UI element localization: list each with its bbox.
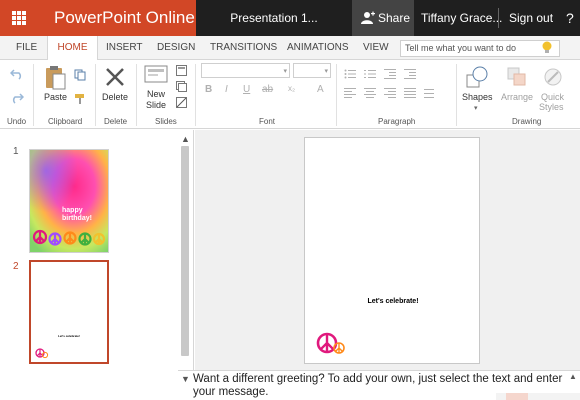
slide-number-1: 1: [13, 146, 19, 157]
numbering-icon[interactable]: [364, 69, 376, 79]
slide-number-2: 2: [13, 261, 19, 272]
delete-label[interactable]: Delete: [102, 92, 128, 102]
scroll-up-icon[interactable]: ▲: [181, 134, 190, 144]
lightbulb-icon: [542, 41, 552, 53]
document-title[interactable]: Presentation 1...: [196, 0, 352, 36]
share-label: Share: [378, 11, 411, 25]
undo-icon[interactable]: [10, 68, 24, 80]
group-divider: [195, 64, 196, 126]
thumbnail-2-text: Let's celebrate!: [58, 334, 80, 338]
group-label-slides: Slides: [155, 117, 177, 126]
help-icon[interactable]: ?: [566, 0, 574, 36]
app-launcher-icon[interactable]: [12, 11, 26, 25]
divider: [498, 8, 499, 28]
copy-icon[interactable]: [74, 69, 86, 81]
new-slide-label-2[interactable]: Slide: [146, 100, 166, 110]
tab-home[interactable]: HOME: [47, 36, 98, 61]
collapse-notes-icon[interactable]: ▼: [181, 374, 190, 384]
peace-sign-icon: [35, 348, 49, 359]
normal-view-button[interactable]: [506, 393, 528, 400]
align-right-icon[interactable]: [384, 88, 396, 98]
peace-sign-icon: [316, 332, 345, 354]
tell-me-input[interactable]: Tell me what you want to do: [400, 40, 560, 57]
layout-icon[interactable]: [176, 65, 187, 76]
new-slide-icon[interactable]: [144, 65, 168, 85]
tab-animations[interactable]: ANIMATIONS: [287, 36, 348, 60]
arrange-label[interactable]: Arrange: [501, 92, 533, 102]
new-slide-label-1[interactable]: New: [147, 89, 165, 99]
underline-icon[interactable]: U: [243, 84, 250, 95]
notes-scroll-up-icon[interactable]: ▲: [569, 372, 577, 381]
italic-icon[interactable]: I: [225, 84, 228, 95]
slide-thumbnail-1[interactable]: happy birthday!: [29, 149, 109, 253]
delete-icon[interactable]: [104, 66, 126, 88]
slide-thumbnail-2[interactable]: Let's celebrate!: [29, 260, 109, 364]
sign-out-link[interactable]: Sign out: [509, 0, 553, 36]
group-divider: [336, 64, 337, 126]
birthday-slide-art: [30, 150, 108, 252]
slide-thumbnail-pane: 1 happy birthday! 2 Let's celebrate!: [0, 130, 194, 370]
group-divider: [95, 64, 96, 126]
format-painter-icon[interactable]: [74, 93, 86, 105]
increase-indent-icon[interactable]: [404, 69, 416, 79]
hide-slide-icon[interactable]: [176, 97, 187, 108]
bold-icon[interactable]: B: [205, 84, 212, 95]
font-color-icon[interactable]: A: [317, 84, 324, 95]
group-label-clipboard: Clipboard: [48, 117, 83, 126]
group-label-undo: Undo: [7, 117, 27, 126]
tab-insert[interactable]: INSERT: [106, 36, 143, 60]
align-left-icon[interactable]: [344, 88, 356, 98]
bullets-icon[interactable]: [344, 69, 356, 79]
quick-styles-icon[interactable]: [542, 66, 564, 88]
shapes-dropdown-icon[interactable]: ▾: [474, 104, 478, 114]
quick-styles-label-2[interactable]: Styles: [539, 102, 564, 112]
text-direction-icon[interactable]: [424, 88, 436, 98]
decrease-indent-icon[interactable]: [384, 69, 396, 79]
strikethrough-icon[interactable]: ab: [262, 84, 273, 95]
group-label-paragraph: Paragraph: [378, 117, 416, 126]
scrollbar-thumb[interactable]: [181, 146, 189, 356]
app-name[interactable]: PowerPoint Online: [54, 8, 195, 28]
thumbnail-1-text: happy birthday!: [62, 207, 92, 222]
font-size-dropdown[interactable]: ▾: [293, 63, 331, 78]
title-bar: PowerPoint Online Presentation 1... Shar…: [0, 0, 580, 36]
tab-design[interactable]: DESIGN: [157, 36, 195, 60]
group-label-font: Font: [259, 117, 276, 126]
ribbon: Undo Paste Clipboard Delete Delete New S…: [0, 60, 580, 129]
tab-transitions[interactable]: TRANSITIONS: [210, 36, 277, 60]
quick-styles-label-1[interactable]: Quick: [541, 92, 564, 102]
current-slide[interactable]: Let's celebrate!: [304, 137, 480, 364]
slide-text-box[interactable]: Let's celebrate!: [305, 298, 481, 305]
paste-label[interactable]: Paste: [44, 92, 67, 102]
user-name[interactable]: Tiffany Grace...: [421, 0, 502, 36]
tab-file[interactable]: FILE: [16, 36, 37, 60]
align-center-icon[interactable]: [364, 88, 376, 98]
paste-icon[interactable]: [44, 65, 66, 91]
add-person-icon: [361, 11, 375, 24]
subscript-icon[interactable]: x₂: [288, 84, 295, 93]
tab-view[interactable]: VIEW: [363, 36, 389, 60]
group-label-delete: Delete: [104, 117, 128, 126]
app-brand: PowerPoint Online: [0, 0, 196, 36]
shapes-label[interactable]: Shapes: [462, 92, 493, 102]
group-divider: [136, 64, 137, 126]
justify-icon[interactable]: [404, 88, 416, 98]
share-button[interactable]: Share: [352, 0, 414, 36]
group-divider: [456, 64, 457, 126]
arrange-icon[interactable]: [506, 66, 528, 88]
thumbnail-pane-footer: [0, 370, 178, 400]
duplicate-slide-icon[interactable]: [176, 81, 187, 92]
redo-icon[interactable]: [10, 92, 24, 104]
font-family-dropdown[interactable]: ▾: [201, 63, 290, 78]
group-label-drawing: Drawing: [512, 117, 542, 126]
thumbnail-scrollbar[interactable]: ▲: [179, 130, 191, 370]
group-divider: [33, 64, 34, 126]
shapes-icon[interactable]: [465, 65, 489, 89]
